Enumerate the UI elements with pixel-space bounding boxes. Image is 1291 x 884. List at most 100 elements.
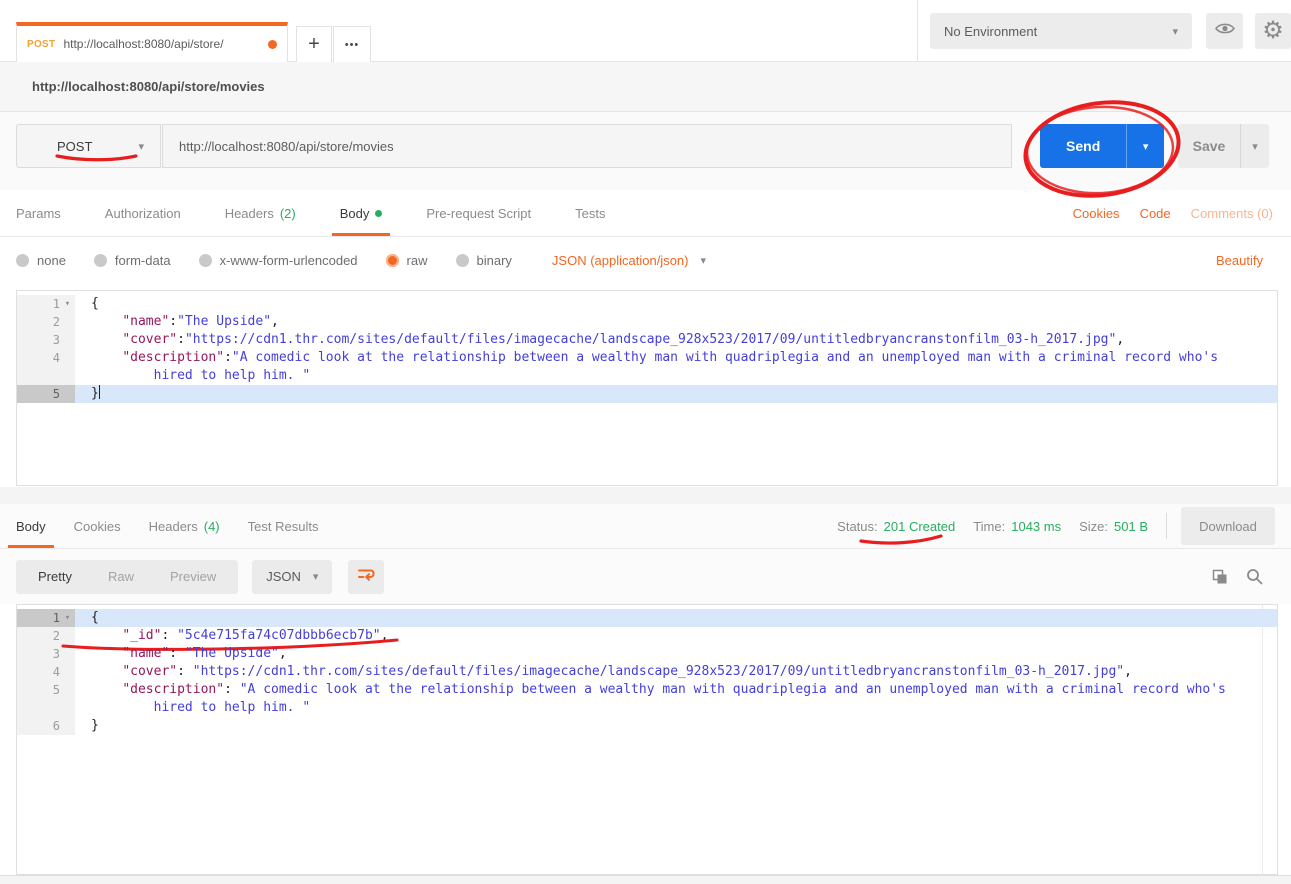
- line-number-gutter: 2: [17, 627, 75, 645]
- line-number-gutter: 3: [17, 331, 75, 349]
- cookies-link[interactable]: Cookies: [1073, 206, 1120, 221]
- app-header: POST http://localhost:8080/api/store/ + …: [0, 0, 1291, 62]
- environment-selector[interactable]: No Environment ▾: [930, 13, 1192, 49]
- copy-icon: [1212, 569, 1228, 585]
- chevron-down-icon: ▾: [138, 140, 144, 153]
- size-label: Size:: [1079, 519, 1108, 534]
- beautify-link[interactable]: Beautify: [1216, 237, 1263, 283]
- request-tab[interactable]: POST http://localhost:8080/api/store/: [16, 22, 288, 62]
- format-label: JSON: [266, 569, 301, 584]
- chevron-down-icon: ▾: [1252, 140, 1258, 153]
- header-divider: [917, 0, 918, 61]
- tab-tests[interactable]: Tests: [575, 190, 605, 236]
- response-tab-body[interactable]: Body: [16, 504, 46, 548]
- search-icon: [1246, 568, 1263, 585]
- response-tabs-bar: Body Cookies Headers (4) Test Results St…: [0, 504, 1291, 549]
- response-format-selector[interactable]: JSON ▾: [252, 560, 332, 594]
- response-tools: [1212, 568, 1275, 585]
- body-set-dot: [375, 210, 382, 217]
- tab-pre-request-script[interactable]: Pre-request Script: [426, 190, 531, 236]
- more-tabs-button[interactable]: •••: [333, 26, 371, 62]
- radio-label: none: [37, 253, 66, 268]
- radio-icon: [456, 254, 469, 267]
- line-number-gutter: 5: [17, 681, 75, 699]
- copy-button[interactable]: [1212, 569, 1228, 585]
- search-button[interactable]: [1246, 568, 1263, 585]
- tab-headers[interactable]: Headers (2): [225, 190, 296, 236]
- size-value: 501 B: [1114, 519, 1148, 534]
- radio-label: binary: [477, 253, 512, 268]
- code-line: 4 "description":"A comedic look at the r…: [17, 349, 1277, 367]
- response-body-editor[interactable]: 1▾{2 "_id": "5c4e715fa74c07dbbb6ecb7b",3…: [16, 604, 1278, 875]
- wrap-lines-button[interactable]: [348, 560, 384, 594]
- tab-label: Authorization: [105, 206, 181, 221]
- line-number-gutter: 2: [17, 313, 75, 331]
- environment-preview-button[interactable]: [1206, 13, 1243, 49]
- request-title-bar: http://localhost:8080/api/store/movies: [0, 62, 1291, 112]
- chevron-down-icon: ▾: [1172, 25, 1178, 38]
- code-line: 4 "cover": "https://cdn1.thr.com/sites/d…: [17, 663, 1277, 681]
- radio-x-www-form-urlencoded[interactable]: x-www-form-urlencoded: [199, 253, 358, 268]
- chevron-down-icon: ▾: [313, 570, 319, 583]
- view-raw[interactable]: Raw: [90, 569, 152, 584]
- send-button[interactable]: Send: [1040, 124, 1126, 168]
- send-button-group: Send ▾: [1040, 124, 1164, 168]
- send-options-button[interactable]: ▾: [1126, 124, 1164, 168]
- request-tabs-bar: Params Authorization Headers (2) Body Pr…: [0, 190, 1291, 237]
- new-tab-button[interactable]: +: [296, 26, 332, 62]
- line-number-gutter: [17, 367, 75, 385]
- code-line: 5 "description": "A comedic look at the …: [17, 681, 1277, 699]
- settings-button[interactable]: ⚙: [1255, 13, 1291, 49]
- chevron-down-icon: ▾: [700, 254, 706, 267]
- comments-link[interactable]: Comments (0): [1191, 206, 1273, 221]
- radio-icon: [199, 254, 212, 267]
- bottom-strip: [0, 875, 1291, 884]
- response-tab-test-results[interactable]: Test Results: [248, 504, 319, 548]
- response-toolbar: Pretty Raw Preview JSON ▾: [0, 549, 1291, 604]
- request-builder: POST ▾ http://localhost:8080/api/store/m…: [0, 112, 1291, 190]
- code-line: 3 "name": "The Upside",: [17, 645, 1277, 663]
- line-number-gutter: 1▾: [17, 609, 75, 627]
- method-selector[interactable]: POST ▾: [16, 124, 161, 168]
- radio-icon: [16, 254, 29, 267]
- tab-body[interactable]: Body: [340, 190, 383, 236]
- unsaved-changes-dot: [268, 40, 277, 49]
- line-number-gutter: 1▾: [17, 295, 75, 313]
- wrap-lines-icon: [357, 566, 376, 587]
- line-number-gutter: [17, 699, 75, 717]
- radio-icon: [94, 254, 107, 267]
- radio-selected-icon: [386, 254, 399, 267]
- view-pretty[interactable]: Pretty: [20, 569, 90, 584]
- tab-label: Headers: [225, 206, 274, 221]
- fold-toggle-icon[interactable]: ▾: [60, 609, 75, 627]
- body-type-bar: none form-data x-www-form-urlencoded raw…: [0, 237, 1291, 283]
- response-tab-headers[interactable]: Headers (4): [149, 504, 220, 548]
- code-link[interactable]: Code: [1140, 206, 1171, 221]
- tab-count: (2): [280, 206, 296, 221]
- tab-params[interactable]: Params: [16, 190, 61, 236]
- request-body-editor[interactable]: 1▾{2 "name":"The Upside",3 "cover":"http…: [16, 290, 1278, 486]
- tab-method-badge: POST: [27, 39, 55, 50]
- radio-raw[interactable]: raw: [386, 253, 428, 268]
- response-tab-cookies[interactable]: Cookies: [74, 504, 121, 548]
- radio-label: x-www-form-urlencoded: [220, 253, 358, 268]
- code-line: hired to help him. ": [17, 699, 1277, 717]
- url-input-value: http://localhost:8080/api/store/movies: [179, 139, 394, 154]
- radio-none[interactable]: none: [16, 253, 66, 268]
- fold-toggle-icon[interactable]: ▾: [60, 295, 75, 313]
- tab-label: Test Results: [248, 519, 319, 534]
- save-button[interactable]: Save: [1178, 124, 1240, 168]
- section-gap: [0, 487, 1291, 504]
- code-line: 3 "cover":"https://cdn1.thr.com/sites/de…: [17, 331, 1277, 349]
- url-input[interactable]: http://localhost:8080/api/store/movies: [162, 124, 1012, 168]
- divider: [1166, 513, 1167, 539]
- view-preview[interactable]: Preview: [152, 569, 234, 584]
- download-button[interactable]: Download: [1181, 507, 1275, 545]
- radio-label: form-data: [115, 253, 171, 268]
- text-cursor: [99, 385, 100, 399]
- save-options-button[interactable]: ▾: [1240, 124, 1269, 168]
- radio-binary[interactable]: binary: [456, 253, 512, 268]
- tab-authorization[interactable]: Authorization: [105, 190, 181, 236]
- radio-form-data[interactable]: form-data: [94, 253, 171, 268]
- content-type-selector[interactable]: JSON (application/json) ▾: [552, 253, 706, 268]
